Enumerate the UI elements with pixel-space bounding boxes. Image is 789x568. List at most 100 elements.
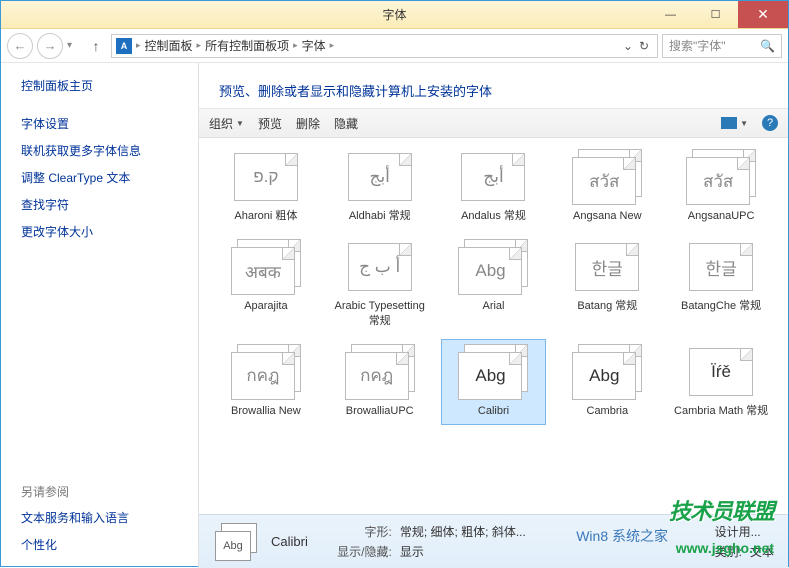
titlebar: 字体 — ☐ ✕ (1, 1, 788, 29)
details-pane: Abg Calibri 字形: 常规; 细体; 粗体; 斜体... 显示/隐藏: 显… (199, 514, 788, 568)
font-thumbnail: Abg (454, 344, 532, 400)
back-button[interactable]: ← (7, 33, 33, 59)
window-title: 字体 (382, 6, 406, 23)
font-label: Arial (482, 299, 504, 313)
sidebar-footer-link[interactable]: 文本服务和输入语言 (21, 509, 198, 526)
font-label: Angsana New (573, 209, 642, 223)
history-dropdown[interactable]: ▾ (67, 40, 81, 51)
font-label: BrowalliaUPC (346, 404, 414, 418)
search-input[interactable]: 搜索"字体" 🔍 (662, 34, 782, 58)
chevron-right-icon: ▸ (197, 40, 202, 51)
minimize-button[interactable]: — (648, 1, 693, 28)
font-item[interactable]: กคฎ BrowalliaUPC (327, 339, 433, 425)
toolbar: 组织▼ 预览 删除 隐藏 ▼ ? (199, 108, 788, 138)
font-thumbnail: أبج (341, 149, 419, 205)
font-thumbnail: สวัส (682, 149, 760, 205)
font-label: Aldhabi 常规 (349, 209, 411, 223)
up-button[interactable]: ↑ (85, 35, 107, 57)
chevron-right-icon: ▸ (293, 40, 298, 51)
content: 控制面板主页 字体设置 联机获取更多字体信息 调整 ClearType 文本 查… (1, 63, 788, 568)
font-label: Aparajita (244, 299, 287, 313)
sidebar-link[interactable]: 更改字体大小 (21, 223, 198, 240)
font-item[interactable]: 한글 BatangChe 常规 (668, 234, 774, 335)
chevron-down-icon: ▼ (740, 119, 748, 128)
view-icon (721, 117, 737, 129)
details-value: 常规; 细体; 粗体; 斜体... (400, 523, 526, 540)
search-placeholder: 搜索"字体" (669, 37, 726, 54)
chevron-down-icon: ▼ (236, 119, 244, 128)
font-thumbnail: أ ب ج (341, 239, 419, 295)
close-button[interactable]: ✕ (738, 1, 788, 28)
font-grid: ק.פ Aharoni 粗体 أبج Aldhabi 常规 أبج Andalus 常规 ส… (199, 138, 788, 514)
details-label: 字形: (332, 523, 392, 540)
details-value: 文本 (750, 543, 774, 560)
font-thumbnail: अबक (227, 239, 305, 295)
font-label: Arabic Typesetting 常规 (330, 299, 430, 328)
sidebar-title[interactable]: 控制面板主页 (21, 77, 198, 94)
details-thumbnail: Abg (213, 523, 259, 561)
details-name: Calibri (271, 534, 308, 549)
breadcrumb[interactable]: A ▸ 控制面板 ▸ 所有控制面板项 ▸ 字体 ▸ ⌄ ↻ (111, 34, 658, 58)
font-item[interactable]: สวัสAngsanaUPC (668, 144, 774, 230)
chevron-right-icon: ▸ (330, 40, 335, 51)
font-item[interactable]: 한글 Batang 常规 (554, 234, 660, 335)
font-thumbnail: ק.פ (227, 149, 305, 205)
main: 预览、删除或者显示和隐藏计算机上安装的字体 组织▼ 预览 删除 隐藏 ▼ ? ק… (199, 63, 788, 568)
toolbar-delete[interactable]: 删除 (296, 115, 320, 132)
font-item[interactable]: Abg Arial (441, 234, 547, 335)
window-controls: — ☐ ✕ (648, 1, 788, 28)
font-thumbnail: กคฎ (341, 344, 419, 400)
main-header: 预览、删除或者显示和隐藏计算机上安装的字体 (199, 63, 788, 108)
view-options[interactable]: ▼ (721, 117, 748, 129)
font-thumbnail: Ïŕě (682, 344, 760, 400)
font-label: Batang 常规 (577, 299, 637, 313)
forward-button[interactable]: → (37, 33, 63, 59)
font-item[interactable]: Abg Calibri (441, 339, 547, 425)
font-label: Cambria (587, 404, 629, 418)
font-thumbnail: สวัส (568, 149, 646, 205)
sidebar: 控制面板主页 字体设置 联机获取更多字体信息 调整 ClearType 文本 查… (1, 63, 199, 568)
chevron-right-icon: ▸ (136, 40, 141, 51)
chevron-down-icon[interactable]: ⌄ (623, 39, 633, 53)
sidebar-footer-title: 另请参阅 (21, 483, 198, 500)
font-label: Browallia New (231, 404, 301, 418)
toolbar-hide[interactable]: 隐藏 (334, 115, 358, 132)
font-item[interactable]: أ ب ج Arabic Typesetting 常规 (327, 234, 433, 335)
font-label: BatangChe 常规 (681, 299, 761, 313)
breadcrumb-item[interactable]: 字体 (302, 37, 326, 54)
sidebar-footer-link[interactable]: 个性化 (21, 536, 198, 553)
breadcrumb-item[interactable]: 控制面板 (145, 37, 193, 54)
font-thumbnail: Abg (454, 239, 532, 295)
font-item[interactable]: สวัส Angsana New (554, 144, 660, 230)
maximize-button[interactable]: ☐ (693, 1, 738, 28)
folder-icon: A (116, 38, 132, 54)
font-item[interactable]: กคฎBrowallia New (213, 339, 319, 425)
font-item[interactable]: AbgCambria (554, 339, 660, 425)
font-item[interactable]: ק.פ Aharoni 粗体 (213, 144, 319, 230)
font-item[interactable]: أبج Aldhabi 常规 (327, 144, 433, 230)
font-thumbnail: 한글 (568, 239, 646, 295)
toolbar-preview[interactable]: 预览 (258, 115, 282, 132)
toolbar-organize[interactable]: 组织▼ (209, 115, 244, 132)
sidebar-link[interactable]: 联机获取更多字体信息 (21, 142, 198, 159)
navbar: ← → ▾ ↑ A ▸ 控制面板 ▸ 所有控制面板项 ▸ 字体 ▸ ⌄ ↻ 搜索… (1, 29, 788, 63)
font-thumbnail: 한글 (682, 239, 760, 295)
details-value: 显示 (400, 543, 424, 560)
help-icon[interactable]: ? (762, 115, 778, 131)
sidebar-link[interactable]: 字体设置 (21, 115, 198, 132)
font-thumbnail: أبج (454, 149, 532, 205)
breadcrumb-item[interactable]: 所有控制面板项 (205, 37, 289, 54)
font-item[interactable]: अबक Aparajita (213, 234, 319, 335)
details-label: 类别: (715, 543, 742, 560)
details-label: 显示/隐藏: (332, 543, 392, 560)
font-label: Andalus 常规 (461, 209, 526, 223)
font-label: Aharoni 粗体 (234, 209, 297, 223)
sidebar-link[interactable]: 调整 ClearType 文本 (21, 169, 198, 186)
details-label: 设计用... (715, 523, 761, 540)
sidebar-link[interactable]: 查找字符 (21, 196, 198, 213)
font-item[interactable]: ÏŕěCambria Math 常规 (668, 339, 774, 425)
font-label: Calibri (478, 404, 509, 418)
refresh-icon[interactable]: ↻ (639, 39, 649, 53)
page-title: 预览、删除或者显示和隐藏计算机上安装的字体 (219, 81, 768, 100)
font-item[interactable]: أبج Andalus 常规 (441, 144, 547, 230)
